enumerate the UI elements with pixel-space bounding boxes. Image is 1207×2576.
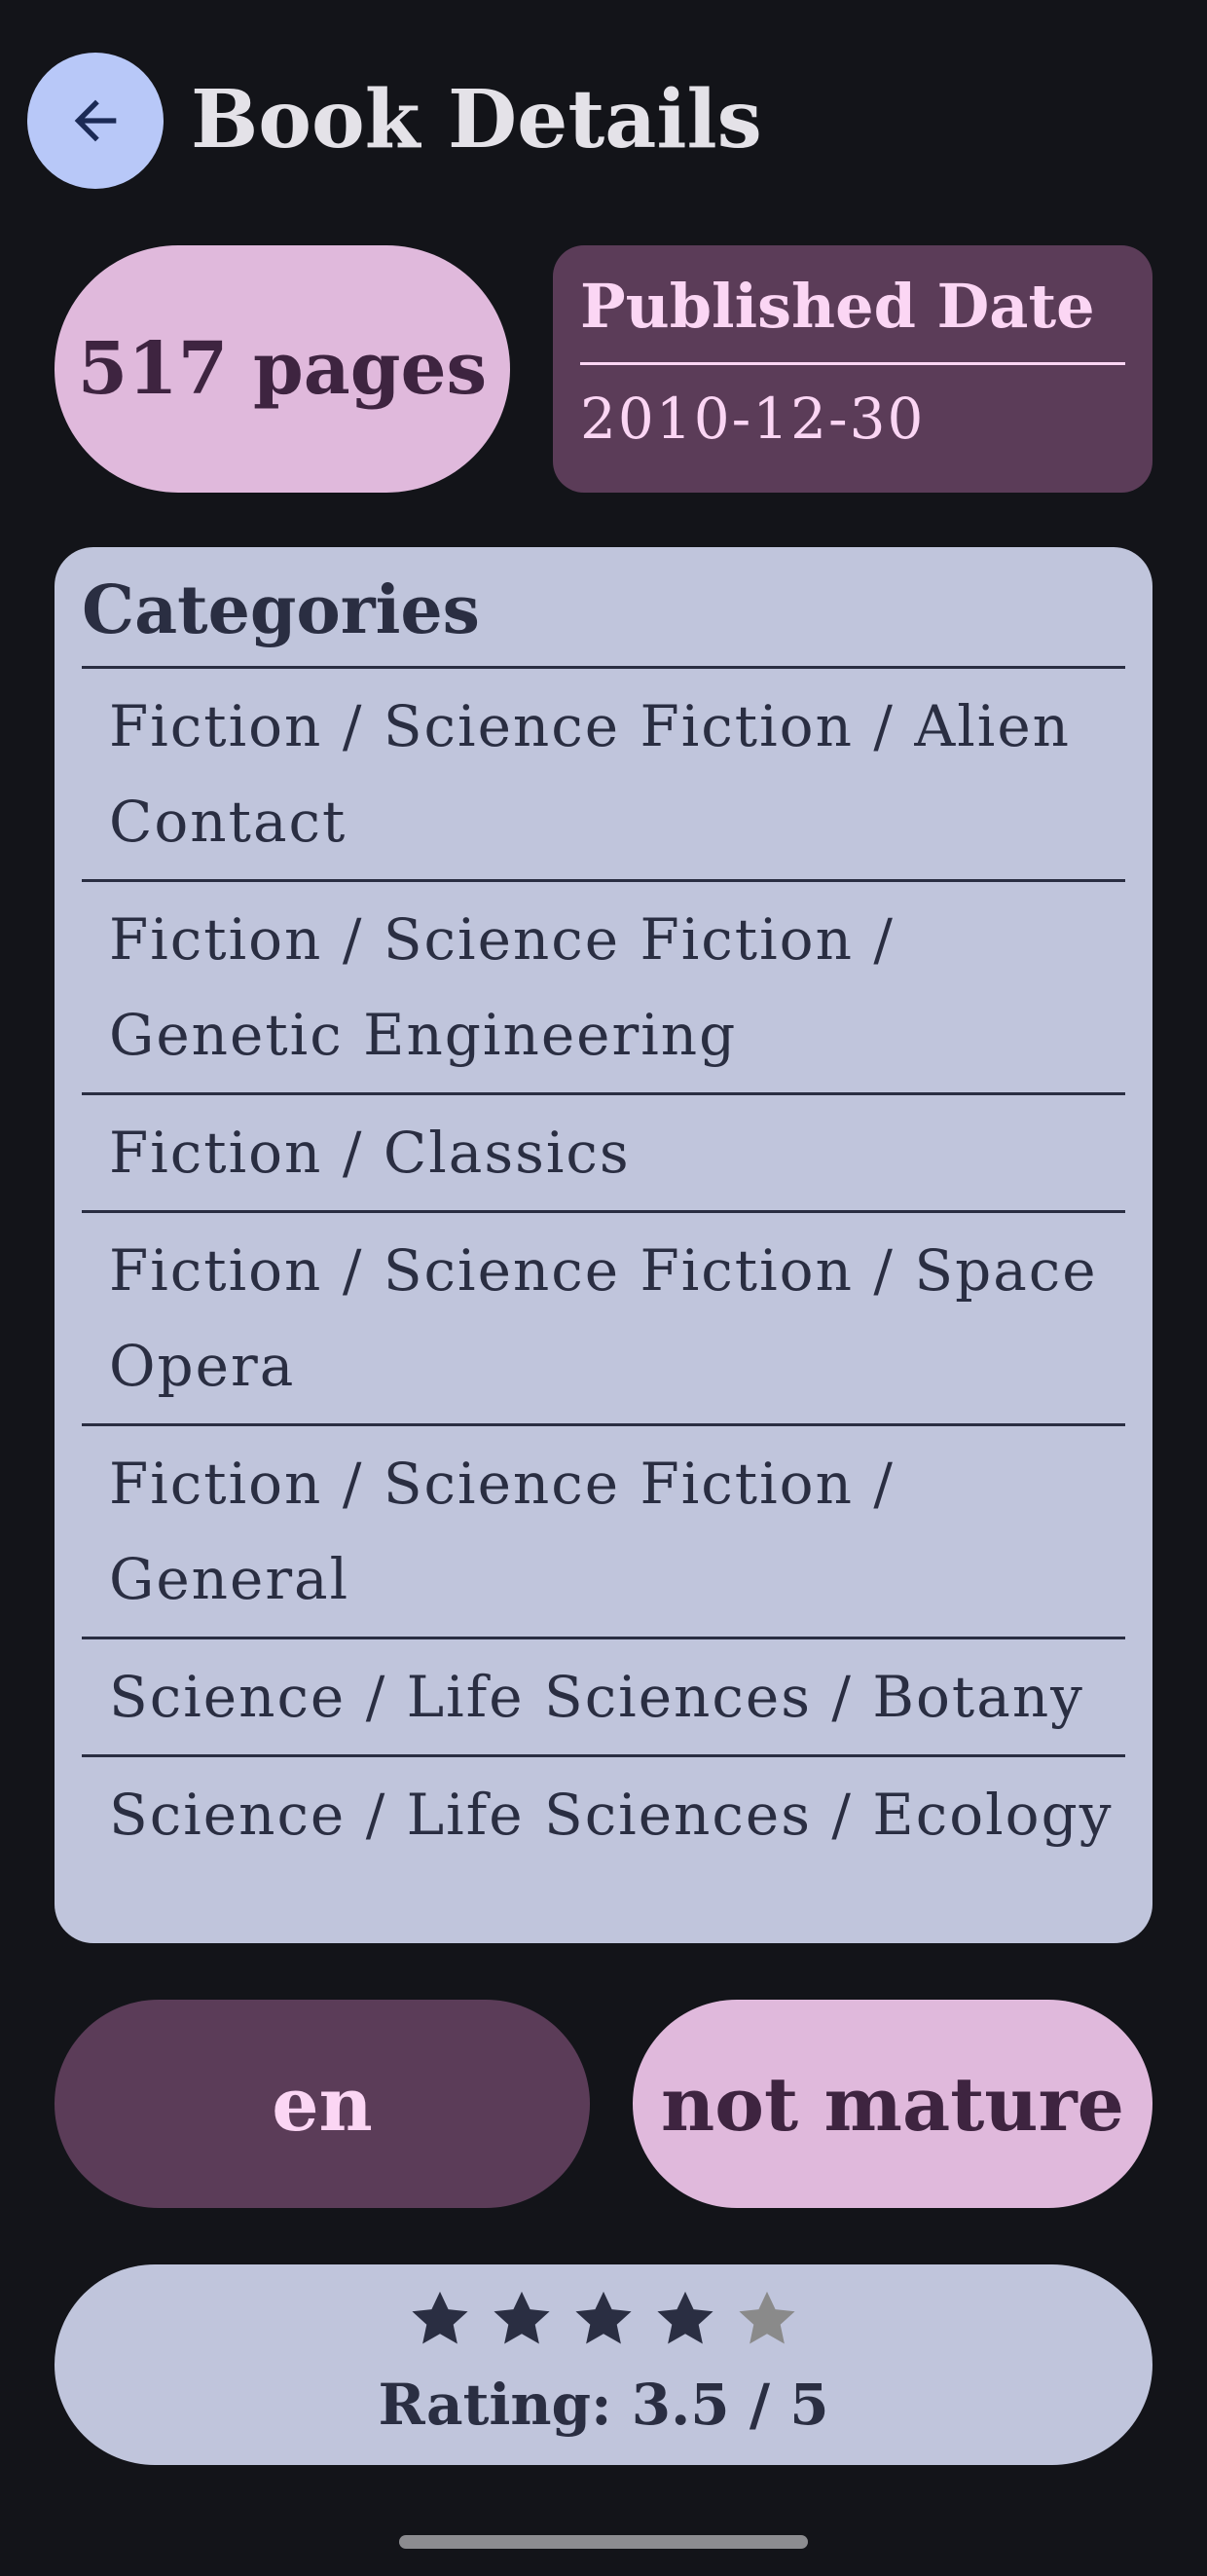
star-filled-icon (575, 2291, 632, 2344)
gesture-navigation-bar[interactable] (399, 2535, 808, 2549)
divider (580, 362, 1125, 365)
category-item: Fiction / Science Fiction / General (82, 1426, 1125, 1639)
categories-card: Categories Fiction / Science Fiction / A… (55, 547, 1152, 1943)
maturity-badge: not mature (633, 2000, 1152, 2208)
published-date-label: Published Date (580, 271, 1095, 342)
rating-card: Rating: 3.5 / 5 (55, 2264, 1152, 2465)
rating-label: Rating: 3.5 / 5 (378, 2372, 829, 2438)
category-item: Fiction / Classics (82, 1095, 1125, 1213)
arrow-left-icon (74, 99, 117, 142)
page-count-badge: 517 pages (55, 245, 510, 493)
star-filled-icon (657, 2291, 713, 2344)
categories-list: Fiction / Science Fiction / Alien Contac… (82, 669, 1125, 1872)
category-item: Science / Life Sciences / Botany (82, 1639, 1125, 1757)
book-details-screen: Book Details 517 pages Published Date 20… (0, 0, 1207, 2576)
maturity-label: not mature (661, 2060, 1124, 2148)
language-badge: en (55, 2000, 590, 2208)
category-item: Fiction / Science Fiction / Space Opera (82, 1213, 1125, 1426)
page-title: Book Details (191, 73, 762, 166)
language-label: en (272, 2060, 373, 2148)
page-count-label: 517 pages (77, 327, 488, 411)
back-button[interactable] (27, 53, 164, 189)
published-date-value: 2010-12-30 (580, 386, 926, 452)
category-item: Fiction / Science Fiction / Genetic Engi… (82, 882, 1125, 1095)
category-item: Science / Life Sciences / Ecology (109, 1782, 1114, 1848)
category-item: Fiction / Science Fiction / Alien Contac… (82, 669, 1125, 882)
star-filled-icon (412, 2291, 468, 2344)
published-date-card: Published Date 2010-12-30 (553, 245, 1152, 493)
categories-heading: Categories (82, 561, 1125, 669)
star-filled-icon (494, 2291, 550, 2344)
rating-stars (406, 2286, 801, 2356)
star-empty-icon (739, 2291, 795, 2344)
